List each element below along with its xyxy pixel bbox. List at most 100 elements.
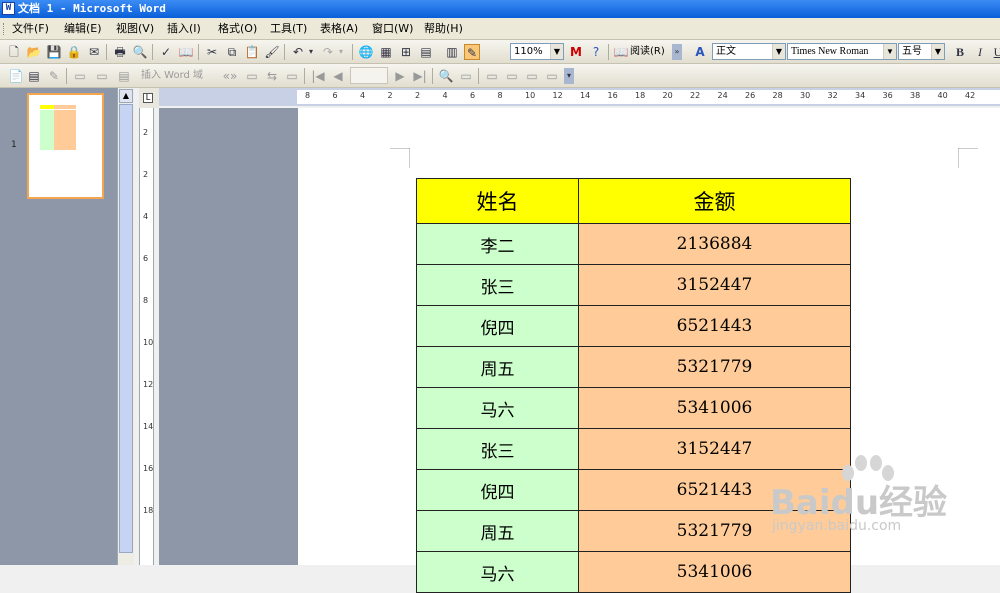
- chevron-down-icon[interactable]: ▼: [772, 44, 785, 59]
- menu-window[interactable]: 窗口(W): [372, 22, 413, 36]
- open-data-source-icon[interactable]: ▤: [26, 68, 42, 84]
- menu-insert[interactable]: 插入(I): [167, 22, 201, 36]
- bold-button[interactable]: B: [952, 44, 968, 60]
- main-document-setup-icon[interactable]: 📄: [8, 68, 24, 84]
- scroll-up-icon[interactable]: ▲: [119, 89, 133, 103]
- page-thumbnail[interactable]: [27, 93, 104, 199]
- menu-table[interactable]: 表格(A): [320, 22, 358, 36]
- menu-format[interactable]: 格式(O): [218, 22, 257, 36]
- highlight-fields-icon[interactable]: ▭: [244, 68, 260, 84]
- read-button[interactable]: 阅读(R): [630, 45, 665, 59]
- chevron-down-icon[interactable]: ▼: [883, 44, 896, 59]
- thumbnail-scrollbar[interactable]: ▲: [117, 88, 134, 565]
- copy-icon[interactable]: ⧉: [224, 44, 240, 60]
- ruler-tick-label: 26: [745, 91, 756, 100]
- record-number-field[interactable]: [350, 67, 388, 84]
- menu-tools[interactable]: 工具(T): [270, 22, 307, 36]
- font-combo[interactable]: Times New Roman ▼: [787, 43, 897, 60]
- style-combo[interactable]: 正文 ▼: [712, 43, 786, 60]
- scroll-thumb[interactable]: [119, 104, 133, 553]
- new-icon[interactable]: 🗋: [6, 44, 22, 60]
- tables-borders-icon[interactable]: ▦: [378, 44, 394, 60]
- name-cell[interactable]: 周五: [416, 346, 579, 388]
- print-preview-icon[interactable]: 🔍: [132, 44, 148, 60]
- merge-to-printer-icon[interactable]: ▭: [504, 68, 520, 84]
- insert-merge-fields-icon[interactable]: ▤: [116, 68, 132, 84]
- open-icon[interactable]: 📂: [26, 44, 42, 60]
- menu-edit[interactable]: 编辑(E): [64, 22, 102, 36]
- amount-cell[interactable]: 2136884: [578, 223, 851, 265]
- amount-cell[interactable]: 6521443: [578, 305, 851, 347]
- first-record-icon[interactable]: |◀: [310, 68, 326, 84]
- hyperlink-icon[interactable]: 🌐: [358, 44, 374, 60]
- header-amount[interactable]: 金额: [578, 178, 851, 224]
- toolbar-options-icon[interactable]: »: [672, 44, 682, 60]
- menu-file[interactable]: 文件(F): [12, 22, 49, 36]
- cut-icon[interactable]: ✂: [204, 44, 220, 60]
- chevron-down-icon[interactable]: ▼: [550, 44, 563, 59]
- amount-cell[interactable]: 5341006: [578, 387, 851, 429]
- amount-cell[interactable]: 3152447: [578, 264, 851, 306]
- vertical-ruler[interactable]: 2 2 4 6 8 10 12 14 16 18: [139, 108, 154, 565]
- research-icon[interactable]: 📖: [178, 44, 194, 60]
- menu-view[interactable]: 视图(V): [116, 22, 154, 36]
- insert-address-block-icon[interactable]: ▭: [72, 68, 88, 84]
- insert-word-field-button[interactable]: 插入 Word 域: [141, 69, 203, 83]
- merge-to-document-icon[interactable]: ▭: [484, 68, 500, 84]
- undo-icon[interactable]: ↶: [290, 44, 306, 60]
- email-icon[interactable]: ✉: [86, 44, 102, 60]
- zoom-combo[interactable]: 110% ▼: [510, 43, 564, 60]
- view-merged-data-icon[interactable]: «»: [222, 68, 238, 84]
- merge-to-fax-icon[interactable]: ▭: [544, 68, 560, 84]
- name-cell[interactable]: 马六: [416, 387, 579, 429]
- help-icon[interactable]: ?: [588, 44, 604, 60]
- font-size-combo[interactable]: 五号 ▼: [898, 43, 945, 60]
- match-fields-icon[interactable]: ⇆: [264, 68, 280, 84]
- name-cell[interactable]: 张三: [416, 428, 579, 470]
- print-icon[interactable]: 🖶: [112, 44, 128, 60]
- read-icon[interactable]: 📖: [613, 44, 629, 60]
- name-cell[interactable]: 倪四: [416, 469, 579, 511]
- check-errors-icon[interactable]: ▭: [458, 68, 474, 84]
- chevron-down-icon[interactable]: ▼: [931, 44, 944, 59]
- permission-icon[interactable]: 🔒: [66, 44, 82, 60]
- propagate-labels-icon[interactable]: ▭: [284, 68, 300, 84]
- recipients-icon[interactable]: ✎: [46, 68, 62, 84]
- name-cell[interactable]: 马六: [416, 551, 579, 593]
- menu-grip-handle[interactable]: [3, 23, 6, 35]
- columns-icon[interactable]: ▥: [444, 44, 460, 60]
- insert-table-icon[interactable]: ⊞: [398, 44, 414, 60]
- toolbar-options-icon[interactable]: ▾: [564, 68, 574, 84]
- next-record-icon[interactable]: ▶: [392, 68, 408, 84]
- undo-dropdown-icon[interactable]: ▾: [306, 44, 316, 60]
- format-painter-icon[interactable]: 🖌: [264, 44, 280, 60]
- merge-to-email-icon[interactable]: ▭: [524, 68, 540, 84]
- name-cell[interactable]: 倪四: [416, 305, 579, 347]
- redo-dropdown-icon[interactable]: ▾: [336, 44, 346, 60]
- save-icon[interactable]: 💾: [46, 44, 62, 60]
- amount-cell[interactable]: 5341006: [578, 551, 851, 593]
- italic-button[interactable]: I: [972, 44, 988, 60]
- redo-icon[interactable]: ↷: [320, 44, 336, 60]
- word-app-icon[interactable]: W: [2, 2, 15, 15]
- find-entry-icon[interactable]: 🔍: [438, 68, 454, 84]
- styles-icon[interactable]: A: [692, 44, 708, 60]
- margin-corner-mark: [958, 148, 978, 168]
- tab-selector-icon[interactable]: L: [143, 93, 153, 103]
- spelling-icon[interactable]: ✓: [158, 44, 174, 60]
- menu-help[interactable]: 帮助(H): [424, 22, 463, 36]
- previous-record-icon[interactable]: ◀: [330, 68, 346, 84]
- insert-excel-icon[interactable]: ▤: [418, 44, 434, 60]
- name-cell[interactable]: 张三: [416, 264, 579, 306]
- horizontal-ruler[interactable]: 8 6 4 2 2 4 6 8 10 12 14 16 18 20 22 24 26 28 30 32 34 36 38 40…: [159, 88, 1000, 106]
- name-cell[interactable]: 李二: [416, 223, 579, 265]
- paste-icon[interactable]: 📋: [244, 44, 260, 60]
- help-m-icon[interactable]: M: [568, 44, 584, 60]
- drawing-icon[interactable]: ✎: [464, 44, 480, 60]
- underline-button[interactable]: U: [990, 44, 1000, 60]
- name-cell[interactable]: 周五: [416, 510, 579, 552]
- insert-greeting-icon[interactable]: ▭: [94, 68, 110, 84]
- amount-cell[interactable]: 5321779: [578, 346, 851, 388]
- last-record-icon[interactable]: ▶|: [412, 68, 428, 84]
- header-name[interactable]: 姓名: [416, 178, 579, 224]
